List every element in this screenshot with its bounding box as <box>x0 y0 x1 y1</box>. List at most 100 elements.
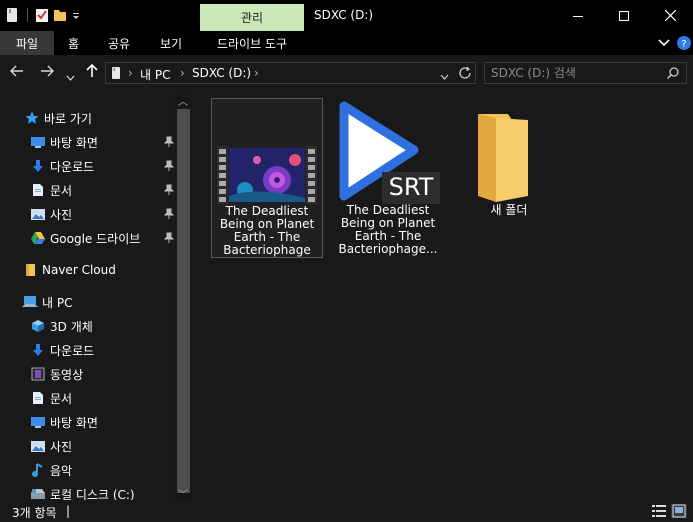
music-icon <box>30 462 46 478</box>
minimize-icon <box>573 15 583 17</box>
sidebar-item-desktop[interactable]: 바탕 화면 <box>30 131 175 153</box>
drive-icon <box>111 66 121 83</box>
sidebar-item-label: 내 PC <box>42 295 73 310</box>
sidebar-item-label: 로컬 디스크 (C:) <box>50 487 135 501</box>
maximize-icon <box>619 10 629 21</box>
chevron-down-icon <box>66 75 75 81</box>
pin-icon[interactable] <box>163 208 175 220</box>
sidebar-item-pc-downloads[interactable]: 다운로드 <box>30 339 94 361</box>
sidebar-item-3d-objects[interactable]: 3D 개체 <box>30 315 93 337</box>
document-icon <box>30 182 46 198</box>
ribbon-tabs: 파일 홈 공유 보기 드라이브 도구 ? <box>0 31 693 55</box>
hard-drive-icon <box>30 486 46 500</box>
sidebar-item-downloads[interactable]: 다운로드 <box>30 155 175 177</box>
forward-button[interactable] <box>40 64 54 82</box>
sidebar-item-label: 사진 <box>50 207 73 222</box>
sidebar-item-label: 문서 <box>50 391 73 406</box>
tab-file[interactable]: 파일 <box>0 31 54 55</box>
scrollbar-thumb[interactable] <box>177 109 190 493</box>
window-title: SDXC (D:) <box>314 8 374 22</box>
context-tab-manage[interactable]: 관리 <box>200 4 304 31</box>
sidebar-item-label: Google 드라이브 <box>50 231 141 246</box>
expand-ribbon-button[interactable] <box>658 31 670 55</box>
back-button[interactable] <box>10 64 24 82</box>
sidebar-item-label: 사진 <box>50 439 73 454</box>
video-icon <box>30 366 46 382</box>
search-input[interactable] <box>491 65 661 81</box>
details-view-button[interactable] <box>651 504 667 518</box>
details-view-icon <box>652 505 666 517</box>
close-icon <box>664 10 676 21</box>
sidebar-item-label: 음악 <box>50 463 73 478</box>
sidebar-item-music[interactable]: 음악 <box>30 459 72 481</box>
tab-home[interactable]: 홈 <box>68 31 79 55</box>
sidebar-item-pictures[interactable]: 사진 <box>30 203 175 225</box>
close-button[interactable] <box>647 0 693 31</box>
scroll-up-arrow-icon[interactable]: ︿ <box>178 93 188 108</box>
pin-icon[interactable] <box>163 160 175 172</box>
status-separator: | <box>66 504 71 518</box>
sidebar-item-documents[interactable]: 문서 <box>30 179 175 201</box>
sidebar-item-label: 바로 가기 <box>44 111 92 126</box>
tab-view[interactable]: 보기 <box>160 31 182 55</box>
item-count: 3개 항목 <box>12 506 57 520</box>
sidebar-item-quick-access[interactable]: 바로 가기 <box>24 107 92 129</box>
sidebar-item-pc-documents[interactable]: 문서 <box>30 387 72 409</box>
pin-icon[interactable] <box>163 184 175 196</box>
chevron-down-icon <box>658 39 670 47</box>
tab-drive-tools[interactable]: 드라이브 도구 <box>200 31 304 55</box>
navigation-pane: 바로 가기 바탕 화면 다운로드 문서 사진 Google 드라이브 Naver… <box>0 93 192 500</box>
sidebar-item-videos[interactable]: 동영상 <box>30 363 83 385</box>
chevron-right-icon: › <box>254 66 259 80</box>
sidebar-item-google-drive[interactable]: Google 드라이브 <box>30 227 175 249</box>
breadcrumb-this-pc[interactable]: 내 PC <box>140 66 170 83</box>
pin-icon[interactable] <box>163 136 175 148</box>
file-name: 새 폴더 <box>490 203 528 217</box>
chevron-right-icon: › <box>180 66 185 80</box>
sidebar-item-local-disk-c[interactable]: 로컬 디스크 (C:) <box>30 483 135 500</box>
file-item-srt[interactable]: SRT The Deadliest Being on Planet Earth … <box>332 98 444 258</box>
chevron-down-icon <box>440 74 449 80</box>
properties-icon[interactable] <box>35 7 49 23</box>
file-item-folder[interactable]: 새 폴더 <box>453 98 565 258</box>
sidebar-item-label: 문서 <box>50 183 73 198</box>
search-box[interactable] <box>484 62 687 84</box>
maximize-button[interactable] <box>601 0 647 31</box>
search-icon[interactable] <box>666 66 680 83</box>
up-button[interactable] <box>86 63 98 82</box>
address-bar[interactable]: › 내 PC › SDXC (D:) › <box>105 62 476 84</box>
sidebar-item-label: 3D 개체 <box>50 319 93 334</box>
navigation-scrollbar[interactable]: ︿ ﹀ <box>175 93 192 501</box>
sidebar-item-pc-desktop[interactable]: 바탕 화면 <box>30 411 98 433</box>
recent-locations-button[interactable] <box>66 67 75 85</box>
video-thumbnail-icon <box>217 146 317 207</box>
folder-icon <box>472 110 532 205</box>
sidebar-item-naver-cloud[interactable]: Naver Cloud <box>22 259 116 281</box>
status-bar: 3개 항목 | <box>0 500 693 522</box>
sidebar-item-this-pc[interactable]: 내 PC <box>22 291 72 313</box>
forward-arrow-icon <box>41 65 54 77</box>
large-icons-view-button[interactable] <box>671 504 687 518</box>
sidebar-item-pc-pictures[interactable]: 사진 <box>30 435 72 457</box>
minimize-button[interactable] <box>555 0 601 31</box>
scroll-down-arrow-icon[interactable]: ﹀ <box>178 486 188 501</box>
sidebar-item-label: 바탕 화면 <box>50 135 98 150</box>
tab-share[interactable]: 공유 <box>108 31 130 55</box>
help-button[interactable]: ? <box>677 36 691 50</box>
pictures-icon <box>30 438 46 454</box>
address-history-button[interactable] <box>440 69 449 83</box>
refresh-button[interactable] <box>458 66 472 83</box>
folder-icon <box>22 262 38 278</box>
drive-icon[interactable] <box>6 7 20 23</box>
sidebar-item-label: 다운로드 <box>50 159 95 174</box>
new-folder-icon[interactable] <box>53 7 67 23</box>
computer-icon <box>22 294 38 310</box>
svg-text:?: ? <box>681 39 686 50</box>
pin-icon[interactable] <box>163 232 175 244</box>
customize-qat-icon[interactable] <box>71 7 85 23</box>
pictures-icon <box>30 206 46 222</box>
breadcrumb-sdxc[interactable]: SDXC (D:) <box>192 66 251 80</box>
download-icon <box>30 342 46 358</box>
file-item-video[interactable]: The Deadliest Being on Planet Earth - Th… <box>211 98 323 258</box>
back-arrow-icon <box>10 65 23 77</box>
